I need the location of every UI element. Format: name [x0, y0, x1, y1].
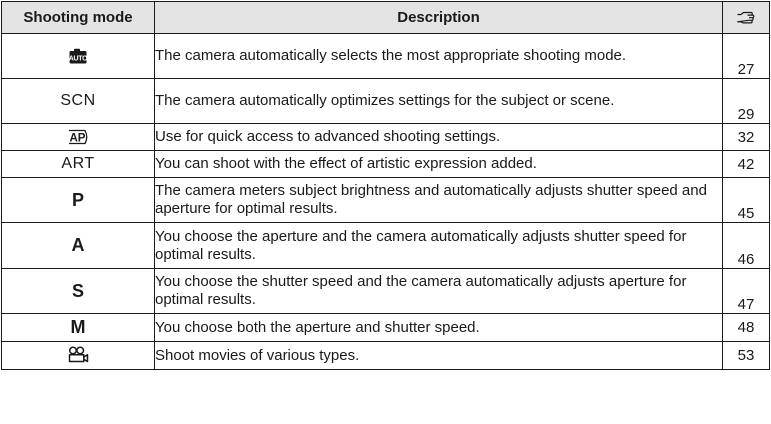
header-description: Description: [154, 1, 723, 34]
reference-hand-icon: [736, 11, 756, 25]
header-shooting-mode: Shooting mode: [1, 1, 155, 34]
page-reference: 46: [722, 222, 770, 269]
mode-label: A: [71, 235, 85, 255]
page-reference: 27: [722, 33, 770, 79]
page-reference: 29: [722, 78, 770, 124]
mode-cell: [1, 341, 155, 370]
mode-cell: AUTO: [1, 33, 155, 79]
shooting-mode-table: Shooting mode Description AUTO The camer…: [1, 1, 770, 370]
table-row: AUTO The camera automatically selects th…: [1, 33, 770, 79]
table-row: Shoot movies of various types. 53: [1, 341, 770, 370]
mode-label: M: [70, 317, 86, 337]
mode-cell: SCN: [1, 78, 155, 124]
table-header-row: Shooting mode Description: [1, 1, 770, 34]
page-reference: 32: [722, 123, 770, 151]
table-row: SCN The camera automatically optimizes s…: [1, 78, 770, 124]
mode-cell: AP: [1, 123, 155, 151]
mode-description: The camera automatically selects the mos…: [154, 33, 723, 79]
table-row: M You choose both the aperture and shutt…: [1, 313, 770, 342]
svg-text:AUTO: AUTO: [69, 55, 87, 62]
ap-mode-icon: AP: [66, 129, 90, 145]
mode-label: P: [71, 189, 84, 210]
mode-description: You can shoot with the effect of artisti…: [154, 150, 723, 178]
mode-label: ART: [61, 155, 95, 172]
table-row: P The camera meters subject brightness a…: [1, 177, 770, 223]
mode-cell: P: [1, 177, 155, 223]
mode-cell: ART: [1, 150, 155, 178]
mode-cell: A: [1, 222, 155, 269]
mode-cell: M: [1, 313, 155, 342]
page-reference: 47: [722, 268, 770, 314]
page-reference: 45: [722, 177, 770, 223]
mode-description: Shoot movies of various types.: [154, 341, 723, 370]
table-row: AP Use for quick access to advanced shoo…: [1, 123, 770, 151]
table-row: S You choose the shutter speed and the c…: [1, 268, 770, 314]
mode-description: You choose both the aperture and shutter…: [154, 313, 723, 342]
mode-cell: S: [1, 268, 155, 314]
mode-description: The camera automatically optimizes setti…: [154, 78, 723, 124]
mode-label: SCN: [60, 92, 96, 109]
table-row: A You choose the aperture and the camera…: [1, 222, 770, 269]
mode-description: Use for quick access to advanced shootin…: [154, 123, 723, 151]
page-reference: 48: [722, 313, 770, 342]
mode-description: The camera meters subject brightness and…: [154, 177, 723, 223]
auto-mode-icon: AUTO: [69, 48, 88, 64]
mode-description: You choose the aperture and the camera a…: [154, 222, 723, 269]
mode-description: You choose the shutter speed and the cam…: [154, 268, 723, 314]
table-row: ART You can shoot with the effect of art…: [1, 150, 770, 178]
svg-text:AP: AP: [70, 132, 86, 144]
mode-label: S: [71, 280, 84, 301]
page-reference: 53: [722, 341, 770, 370]
page-reference: 42: [722, 150, 770, 178]
movie-mode-icon: [67, 346, 89, 364]
header-page-reference: [722, 1, 770, 34]
